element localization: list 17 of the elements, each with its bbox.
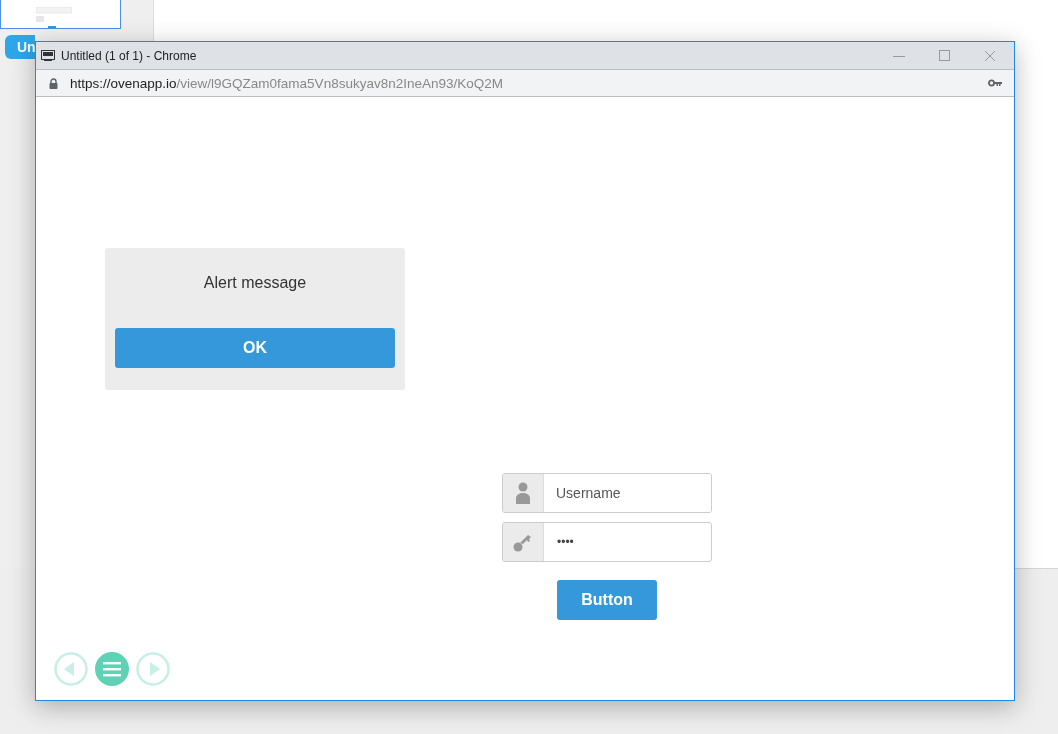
ok-button[interactable]: OK xyxy=(115,328,395,368)
close-icon[interactable] xyxy=(984,49,996,62)
thumbnail-drawing xyxy=(36,7,72,29)
submit-button[interactable]: Button xyxy=(557,580,657,620)
key-icon xyxy=(513,532,533,552)
menu-icon[interactable] xyxy=(95,652,129,686)
page-badge[interactable]: Un xyxy=(5,35,35,59)
username-field[interactable]: Username xyxy=(502,473,712,513)
page-thumbnail[interactable] xyxy=(0,0,121,29)
password-field[interactable]: •••• xyxy=(502,522,712,562)
key-icon[interactable] xyxy=(988,79,1002,87)
alert-message: Alert message xyxy=(203,274,307,292)
lock-icon xyxy=(49,77,58,89)
window-icon xyxy=(41,50,55,61)
maximize-icon[interactable] xyxy=(939,50,950,61)
window-title: Untitled (1 of 1) - Chrome xyxy=(61,48,198,63)
user-icon xyxy=(515,482,531,504)
